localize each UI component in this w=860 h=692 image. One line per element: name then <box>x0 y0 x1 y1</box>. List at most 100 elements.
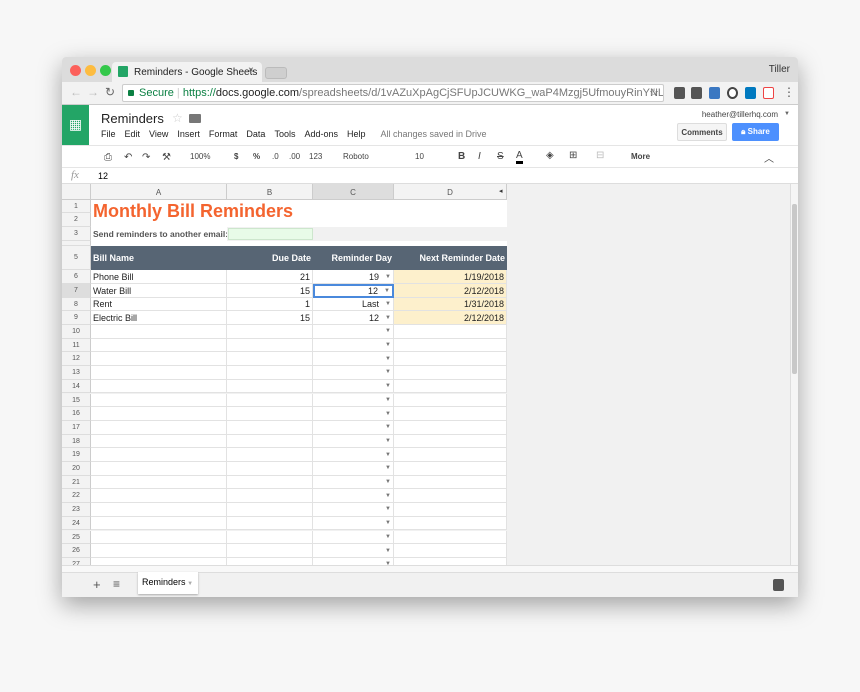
dropdown-arrow-icon[interactable]: ▼ <box>385 493 391 499</box>
dropdown-arrow-icon[interactable]: ▼ <box>385 356 391 362</box>
extension-icon[interactable] <box>674 87 685 99</box>
dropdown-arrow-icon[interactable]: ▼ <box>385 534 391 540</box>
document-title[interactable]: Reminders <box>101 111 164 126</box>
dropdown-arrow-icon[interactable]: ▼ <box>385 548 391 554</box>
row-header-26[interactable]: 26 <box>62 544 91 558</box>
reminder-day-cell[interactable]: 12 ▼ <box>313 311 394 325</box>
row-header-5[interactable]: 5 <box>62 246 91 270</box>
close-tab-icon[interactable]: × <box>248 65 254 76</box>
add-sheet-icon[interactable]: + <box>93 577 101 592</box>
all-sheets-icon[interactable]: ≡ <box>113 577 120 591</box>
account-dropdown-icon[interactable]: ▼ <box>784 111 790 117</box>
row-header-16[interactable]: 16 <box>62 407 91 421</box>
due-date-cell[interactable] <box>227 420 313 435</box>
menu-data[interactable]: Data <box>246 129 265 139</box>
reminder-day-cell[interactable]: ▼ <box>313 503 394 517</box>
borders-icon[interactable]: ⊞ <box>569 150 577 161</box>
bold-icon[interactable]: B <box>458 151 465 162</box>
column-scroll-arrow-icon[interactable]: ◂ <box>499 187 503 195</box>
menu-view[interactable]: View <box>149 129 168 139</box>
bill-name-cell[interactable] <box>91 516 227 531</box>
due-date-cell[interactable] <box>227 325 313 339</box>
bill-name-cell[interactable] <box>91 503 227 517</box>
undo-icon[interactable]: ↶ <box>124 152 132 163</box>
row-header-25[interactable]: 25 <box>62 530 91 545</box>
reminder-day-cell[interactable]: ▼ <box>313 489 394 504</box>
due-date-cell[interactable] <box>227 557 313 565</box>
dropdown-arrow-icon[interactable]: ▼ <box>385 369 391 375</box>
row-header-17[interactable]: 17 <box>62 420 91 435</box>
share-button[interactable]: 🔒︎ Share <box>732 123 779 141</box>
due-date-cell[interactable] <box>227 366 313 380</box>
menu-insert[interactable]: Insert <box>177 129 200 139</box>
bill-name-cell[interactable] <box>91 407 227 421</box>
row-header-2[interactable]: 2 <box>62 213 91 227</box>
due-date-cell[interactable] <box>227 379 313 394</box>
text-color-icon[interactable]: A <box>516 150 523 164</box>
menu-help[interactable]: Help <box>347 129 366 139</box>
folder-icon[interactable] <box>189 114 201 123</box>
row-header-11[interactable]: 11 <box>62 338 91 353</box>
bill-name-cell[interactable] <box>91 434 227 449</box>
account-email[interactable]: heather@tillerhq.com <box>702 110 778 119</box>
due-date-cell[interactable]: 15 <box>227 311 313 325</box>
next-reminder-date-cell[interactable] <box>394 462 507 476</box>
extension-icon[interactable] <box>691 87 702 99</box>
reminder-day-cell[interactable]: ▼ <box>313 448 394 462</box>
due-date-cell[interactable] <box>227 516 313 531</box>
sheets-logo-icon[interactable]: ▦ <box>62 105 89 145</box>
chrome-menu-icon[interactable]: ⋮ <box>783 85 795 99</box>
profile-name[interactable]: Tiller <box>769 64 790 75</box>
due-date-cell[interactable]: 1 <box>227 298 313 311</box>
row-header-13[interactable]: 13 <box>62 366 91 380</box>
bill-name-cell[interactable] <box>91 489 227 504</box>
reminder-day-cell[interactable]: ▼ <box>313 516 394 531</box>
row-header-7[interactable]: 7 <box>62 284 91 298</box>
next-reminder-date-cell[interactable] <box>394 352 507 367</box>
sheet-tab-reminders[interactable]: Reminders ▼ <box>138 572 198 594</box>
trello-extension-icon[interactable] <box>745 87 756 99</box>
reminder-day-cell[interactable]: ▼ <box>313 393 394 408</box>
bill-name-cell[interactable]: Rent <box>91 298 227 311</box>
bookmark-star-icon[interactable]: ☆ <box>649 86 659 99</box>
due-date-cell[interactable] <box>227 544 313 558</box>
menu-edit[interactable]: Edit <box>125 129 141 139</box>
row-header-3[interactable]: 3 <box>62 227 91 241</box>
extension-icon[interactable] <box>763 87 774 99</box>
reminder-day-cell[interactable]: ▼ <box>313 325 394 339</box>
reminder-day-cell[interactable]: ▼ <box>313 530 394 545</box>
dropdown-arrow-icon[interactable]: ▼ <box>385 383 391 389</box>
row-header-8[interactable]: 8 <box>62 298 91 311</box>
next-reminder-date-cell[interactable] <box>394 338 507 353</box>
reminder-day-cell[interactable]: 12 ▼ <box>313 284 394 298</box>
menu-file[interactable]: File <box>101 129 116 139</box>
row-header-14[interactable]: 14 <box>62 379 91 394</box>
forward-icon[interactable]: → <box>87 85 99 99</box>
collapse-chevron-icon[interactable]: ︿ <box>764 150 774 165</box>
due-date-cell[interactable] <box>227 475 313 490</box>
scrollbar-thumb[interactable] <box>792 204 797 374</box>
dropdown-arrow-icon[interactable]: ▼ <box>385 465 391 471</box>
column-header-B[interactable]: B <box>227 184 313 200</box>
new-tab-button[interactable] <box>265 67 287 79</box>
row-header-21[interactable]: 21 <box>62 475 91 490</box>
currency-button[interactable]: $ <box>234 152 238 161</box>
next-reminder-date-cell[interactable] <box>394 503 507 517</box>
minimize-window-button[interactable] <box>85 65 96 76</box>
redo-icon[interactable]: ↷ <box>142 152 150 163</box>
reminder-day-cell[interactable]: ▼ <box>313 352 394 367</box>
fill-color-icon[interactable]: ◈ <box>546 150 554 161</box>
bill-name-cell[interactable] <box>91 379 227 394</box>
reload-icon[interactable]: ↻ <box>105 85 115 99</box>
due-date-cell[interactable] <box>227 530 313 545</box>
dropdown-arrow-icon[interactable]: ▼ <box>385 397 391 403</box>
font-select[interactable]: Roboto <box>343 152 369 161</box>
bill-name-cell[interactable] <box>91 420 227 435</box>
reminder-day-cell[interactable]: Last ▼ <box>313 298 394 311</box>
dropdown-arrow-icon[interactable]: ▼ <box>385 328 391 334</box>
dropdown-arrow-icon[interactable]: ▼ <box>385 424 391 430</box>
merge-cells-icon[interactable]: ⊟ <box>596 150 604 161</box>
comments-button[interactable]: Comments <box>677 123 727 141</box>
row-header-20[interactable]: 20 <box>62 462 91 476</box>
dropdown-arrow-icon[interactable]: ▼ <box>385 301 391 307</box>
